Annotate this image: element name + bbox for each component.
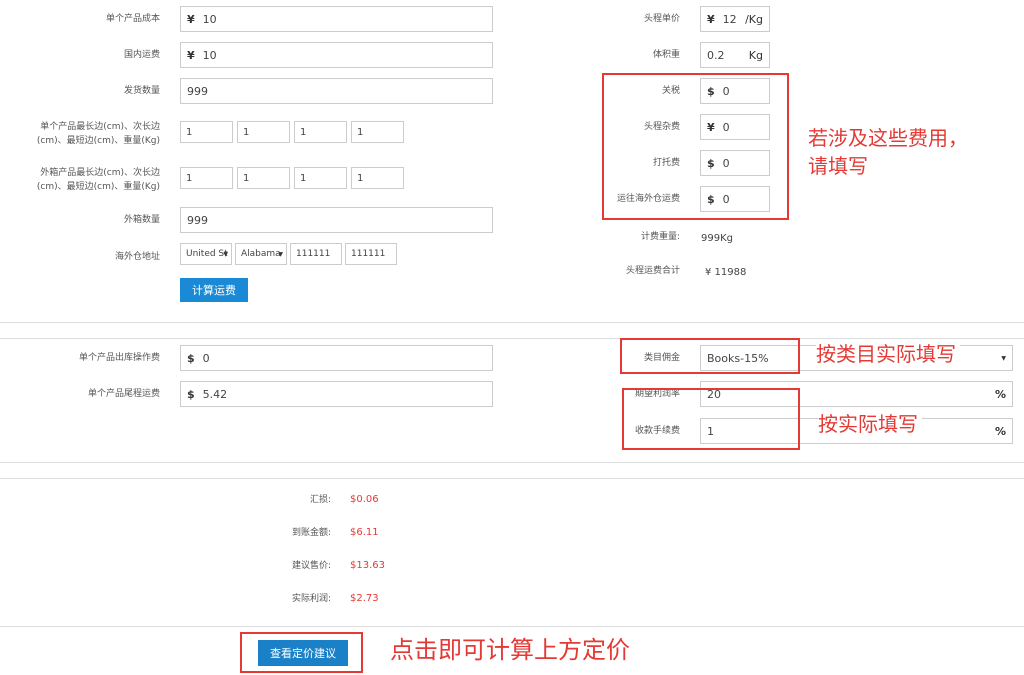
product-weight-value: 1 xyxy=(357,126,364,138)
state-value: Alabama xyxy=(241,249,281,259)
carton-longest-input[interactable]: 1 xyxy=(180,167,233,189)
volume-weight-value: 0.2 xyxy=(707,48,725,62)
carton-weight-input[interactable]: 1 xyxy=(351,167,404,189)
percent-suffix: % xyxy=(994,387,1006,401)
domestic-shipping-label: 国内运费 xyxy=(123,50,160,60)
product-shortest-input[interactable]: 1 xyxy=(294,121,347,143)
fees-highlight-box xyxy=(602,73,789,220)
dollar-icon: $ xyxy=(187,387,195,401)
received-label: 到账金额: xyxy=(291,528,331,538)
carton-qty-input[interactable]: 999 xyxy=(180,207,493,233)
first-leg-price-value: 12 xyxy=(722,12,737,26)
chevron-down-icon: ▼ xyxy=(278,250,283,258)
divider xyxy=(0,462,1024,463)
product-second-input[interactable]: 1 xyxy=(237,121,290,143)
zip2-value: 111111 xyxy=(351,249,386,259)
volume-weight-label: 体积重 xyxy=(652,50,680,60)
pricing-calculator: 单个产品成本 ¥ 10 国内运费 ¥ 10 发货数量 999 单个产品最长边(c… xyxy=(0,0,1024,675)
ship-qty-value: 999 xyxy=(187,84,208,98)
first-leg-total-value: ¥ 11988 xyxy=(705,267,747,278)
last-mile-fee-value: 5.42 xyxy=(202,387,228,401)
unit-suffix: /Kg xyxy=(745,12,763,26)
product-second-value: 1 xyxy=(243,126,250,138)
actual-highlight-box xyxy=(622,388,800,450)
carton-second-input[interactable]: 1 xyxy=(237,167,290,189)
billing-weight-label: 计费重量: xyxy=(640,232,680,242)
divider xyxy=(0,322,1024,323)
product-shortest-value: 1 xyxy=(300,126,307,138)
first-leg-price-input[interactable]: ¥ 12 /Kg xyxy=(700,6,770,32)
actual-note: 按实际填写 xyxy=(818,410,922,438)
suggested-price-label: 建议售价: xyxy=(291,561,331,571)
button-note: 点击即可计算上方定价 xyxy=(390,636,630,664)
domestic-shipping-input[interactable]: ¥ 10 xyxy=(180,42,493,68)
outbound-fee-value: 0 xyxy=(202,351,210,365)
received-value: $6.11 xyxy=(350,527,379,538)
fees-note: 若涉及这些费用， 请填写 xyxy=(808,126,968,178)
carton-dims-label: 外箱产品最长边(cm)、次长边(cm)、最短边(cm)、重量(Kg) xyxy=(36,168,160,192)
suggested-price-value: $13.63 xyxy=(350,560,385,571)
unit-cost-label: 单个产品成本 xyxy=(105,14,160,24)
volume-weight-input[interactable]: 0.2 Kg xyxy=(700,42,770,68)
carton-longest-value: 1 xyxy=(186,172,193,184)
dollar-icon: $ xyxy=(187,351,195,365)
divider xyxy=(0,626,1024,627)
fx-loss-label: 汇损: xyxy=(309,495,331,505)
unit-cost-value: 10 xyxy=(202,12,217,26)
yuan-icon: ¥ xyxy=(187,48,195,62)
ship-qty-input[interactable]: 999 xyxy=(180,78,493,104)
carton-second-value: 1 xyxy=(243,172,250,184)
unit-cost-input[interactable]: ¥ 10 xyxy=(180,6,493,32)
chevron-down-icon: ▼ xyxy=(1001,354,1006,362)
percent-suffix: % xyxy=(994,424,1006,438)
category-note: 按类目实际填写 xyxy=(816,340,960,368)
warehouse-address-label: 海外仓地址 xyxy=(114,252,160,262)
last-mile-fee-input[interactable]: $ 5.42 xyxy=(180,381,493,407)
zip-input-2[interactable]: 111111 xyxy=(345,243,397,265)
yuan-icon: ¥ xyxy=(707,12,715,26)
zip-input-1[interactable]: 111111 xyxy=(290,243,342,265)
unit-suffix: Kg xyxy=(748,48,763,62)
billing-weight-value: 999Kg xyxy=(701,233,733,244)
carton-shortest-value: 1 xyxy=(300,172,307,184)
outbound-fee-input[interactable]: $ 0 xyxy=(180,345,493,371)
divider xyxy=(0,338,1024,339)
product-longest-input[interactable]: 1 xyxy=(180,121,233,143)
category-highlight-box xyxy=(620,338,800,374)
fx-loss-value: $0.06 xyxy=(350,494,379,505)
view-pricing-button[interactable]: 查看定价建议 xyxy=(258,640,348,666)
carton-shortest-input[interactable]: 1 xyxy=(294,167,347,189)
product-longest-value: 1 xyxy=(186,126,193,138)
carton-qty-label: 外箱数量 xyxy=(123,215,160,225)
country-select[interactable]: United St ▼ xyxy=(180,243,232,265)
calc-shipping-button[interactable]: 计算运费 xyxy=(180,278,248,302)
state-select[interactable]: Alabama ▼ xyxy=(235,243,287,265)
zip1-value: 111111 xyxy=(296,249,331,259)
domestic-shipping-value: 10 xyxy=(202,48,217,62)
first-leg-total-label: 头程运费合计 xyxy=(625,266,680,276)
yuan-icon: ¥ xyxy=(187,12,195,26)
last-mile-fee-label: 单个产品尾程运费 xyxy=(87,389,160,399)
country-value: United St xyxy=(186,249,228,259)
product-weight-input[interactable]: 1 xyxy=(351,121,404,143)
ship-qty-label: 发货数量 xyxy=(123,86,160,96)
first-leg-price-label: 头程单价 xyxy=(643,14,680,24)
chevron-down-icon: ▼ xyxy=(223,250,228,258)
carton-qty-value: 999 xyxy=(187,213,208,227)
actual-profit-label: 实际利润: xyxy=(291,594,331,604)
outbound-fee-label: 单个产品出库操作费 xyxy=(78,353,160,363)
actual-profit-value: $2.73 xyxy=(350,593,379,604)
carton-weight-value: 1 xyxy=(357,172,364,184)
divider xyxy=(0,478,1024,479)
product-dims-label: 单个产品最长边(cm)、次长边(cm)、最短边(cm)、重量(Kg) xyxy=(36,122,160,146)
